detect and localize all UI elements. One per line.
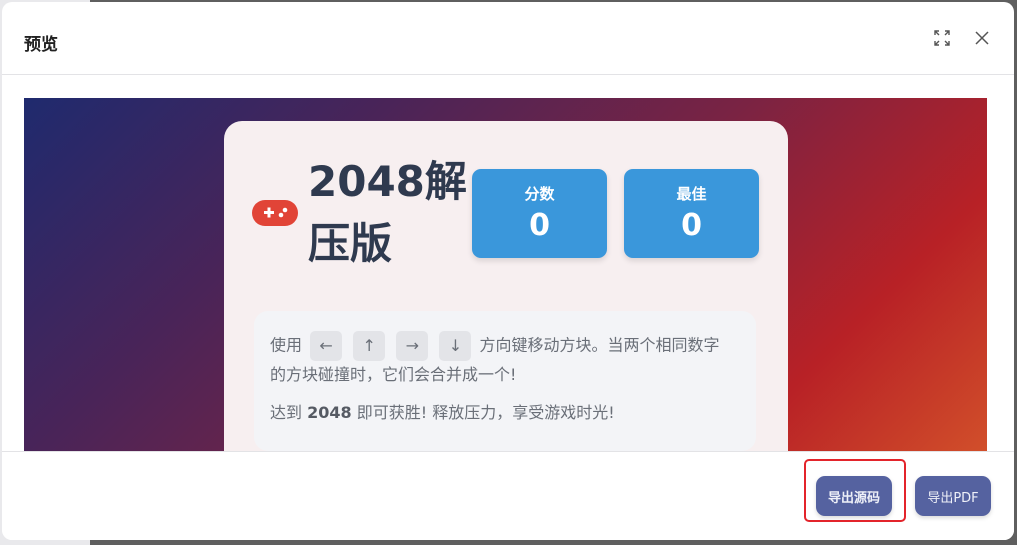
instructions-panel: 使用 ← ↑ → ↓ 方向键移动方块。当两个相同数字 的方块碰撞时，它们会合并成… (254, 311, 756, 451)
modal-footer: 导出源码 导出PDF (2, 451, 1014, 540)
modal-title: 预览 (24, 35, 58, 55)
key-left: ← (310, 331, 343, 361)
best-score-value: 0 (681, 208, 702, 243)
instructions-line-3: 达到 2048 即可获胜! 释放压力，享受游戏时光! (270, 399, 615, 423)
modal-body[interactable]: 2048解压版 分数 0 最佳 0 使用 ← ↑ → ↓ 方向键移动方块。当两个… (2, 75, 1014, 451)
instructions-line-1: 使用 ← ↑ → ↓ 方向键移动方块。当两个相同数字 (270, 331, 720, 361)
game-card: 2048解压版 分数 0 最佳 0 使用 ← ↑ → ↓ 方向键移动方块。当两个… (224, 121, 788, 451)
score-label: 分数 (524, 185, 555, 203)
close-icon[interactable] (972, 28, 992, 48)
instructions-suffix: 方向键移动方块。当两个相同数字 (479, 335, 720, 355)
goal-suffix: 即可获胜! 释放压力，享受游戏时光! (356, 403, 615, 422)
modal-header: 预览 (2, 2, 1014, 75)
key-up: ↑ (353, 331, 386, 361)
score-value: 0 (529, 208, 550, 243)
instructions-line-2: 的方块碰撞时，它们会合并成一个! (270, 365, 517, 384)
preview-canvas: 2048解压版 分数 0 最佳 0 使用 ← ↑ → ↓ 方向键移动方块。当两个… (24, 98, 987, 451)
export-source-button[interactable]: 导出源码 (816, 476, 892, 516)
goal-number: 2048 (307, 403, 352, 422)
key-down: ↓ (439, 331, 472, 361)
best-score-label: 最佳 (676, 185, 707, 203)
preview-modal: 预览 2048解压版 分数 0 最佳 0 使用 ← ↑ → ↓ 方向键移动方块。… (2, 2, 1014, 540)
score-box: 分数 0 (472, 169, 607, 258)
goal-prefix: 达到 (270, 403, 303, 422)
gamepad-icon (252, 200, 298, 226)
instructions-prefix: 使用 (270, 335, 303, 355)
key-right: → (396, 331, 429, 361)
game-title: 2048解压版 (308, 157, 467, 268)
best-score-box: 最佳 0 (624, 169, 759, 258)
fullscreen-icon[interactable] (932, 28, 952, 48)
export-pdf-button[interactable]: 导出PDF (915, 476, 991, 516)
